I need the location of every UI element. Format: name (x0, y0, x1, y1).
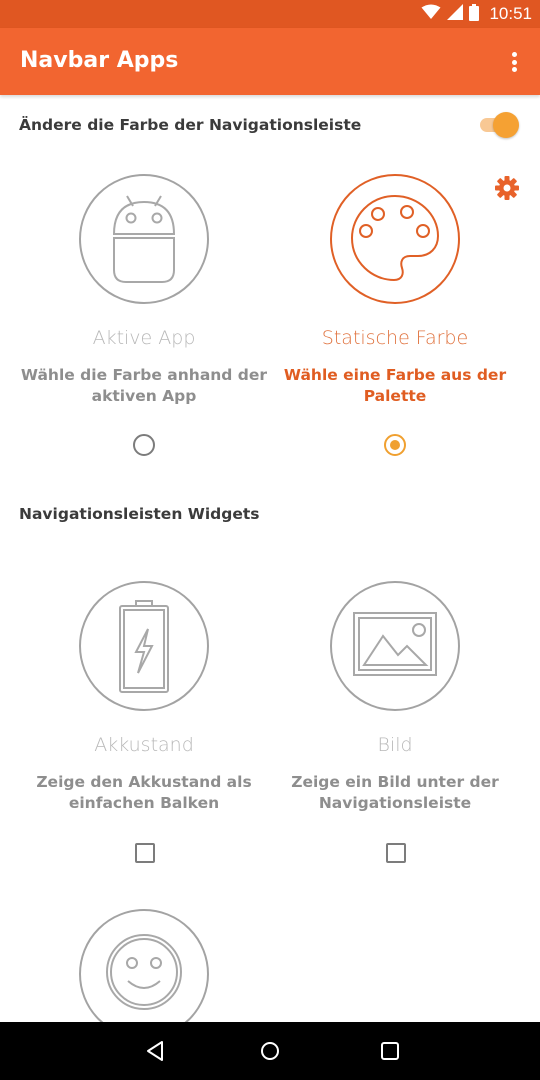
widget-battery-title: Akkustand (94, 734, 194, 756)
option-static-color-title: Statische Farbe (321, 327, 469, 349)
overflow-menu-icon[interactable] (502, 50, 526, 74)
description-line: Navigationsleiste (318, 794, 472, 812)
widget-battery-description: Zeige den Akkustand als einfachen Balken (14, 772, 274, 814)
option-static-color-description: Wähle eine Farbe aus der Palette (265, 365, 525, 407)
recents-icon[interactable] (377, 1038, 403, 1064)
app-title: Navbar Apps (20, 48, 179, 73)
description-line: Zeige ein Bild unter der (291, 773, 499, 791)
description-line: Zeige den Akkustand als (36, 773, 252, 791)
palette-icon[interactable] (330, 174, 460, 304)
description-line: Wähle die Farbe anhand der (20, 366, 268, 384)
status-bar: 10:51 (0, 0, 540, 28)
color-section-title: Ändere die Farbe der Navigationsleiste (19, 116, 362, 134)
home-icon[interactable] (257, 1038, 283, 1064)
option-active-app-title: Aktive App (92, 327, 196, 349)
checkbox-battery-widget[interactable] (135, 843, 155, 863)
overflow-dot (511, 52, 517, 57)
overflow-dot (511, 59, 517, 65)
description-line: Palette (363, 387, 427, 405)
option-active-app-description: Wähle die Farbe anhand der aktiven App (14, 365, 274, 407)
toggle-thumb (493, 112, 519, 138)
checkbox-image-widget[interactable] (386, 843, 406, 863)
image-icon[interactable] (330, 581, 460, 711)
android-robot-icon[interactable] (79, 174, 209, 304)
gear-icon[interactable] (494, 175, 520, 201)
widgets-section-title: Navigationsleisten Widgets (19, 505, 260, 523)
widget-image-title: Bild (377, 734, 413, 756)
status-time: 10:51 (489, 4, 532, 23)
widget-image-description: Zeige ein Bild unter der Navigationsleis… (265, 772, 525, 814)
smiley-icon[interactable] (79, 909, 209, 1039)
radio-static-color[interactable] (384, 434, 406, 456)
description-line: aktiven App (91, 387, 197, 405)
app-bar: Navbar Apps (0, 28, 540, 95)
system-nav-bar (0, 1022, 540, 1080)
back-icon[interactable] (142, 1038, 168, 1064)
battery-charging-icon[interactable] (79, 581, 209, 711)
radio-active-app[interactable] (133, 434, 155, 456)
description-line: Wähle eine Farbe aus der (283, 366, 507, 384)
color-toggle-switch[interactable] (478, 111, 520, 139)
overflow-dot (511, 67, 517, 72)
battery-icon (469, 3, 480, 25)
description-line: einfachen Balken (68, 794, 220, 812)
signal-icon (447, 4, 464, 24)
wifi-icon (421, 4, 441, 24)
status-icons: 10:51 (421, 0, 532, 28)
